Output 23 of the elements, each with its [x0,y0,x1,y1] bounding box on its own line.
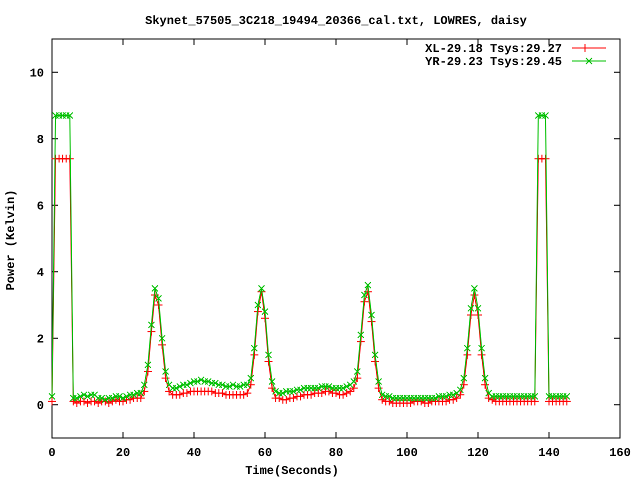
axis-title: Power (Kelvin) [4,190,18,290]
tick-label: 80 [328,446,344,460]
tick-label: 2 [36,332,44,346]
tick-label: 40 [186,446,202,460]
tick-label: 20 [116,446,130,460]
tick-label: 8 [36,132,44,147]
legend-label: YR-29.23 Tsys:29.45 [425,55,562,69]
chart-title: Skynet_57505_3C218_19494_20366_cal.txt, LOWRES, daisy [145,14,527,28]
axis-title: Time(Seconds) [245,464,339,478]
tick-label: 10 [30,66,44,80]
legend-marker-icon [586,58,592,64]
tick-label: 4 [36,266,44,280]
tick-label: 0 [48,446,56,460]
tick-label: 100 [396,446,418,460]
tick-label: 160 [609,446,631,460]
legend-marker-icon [584,44,586,52]
legend-line [572,60,606,62]
tick-label: 6 [36,199,44,214]
tick-label: 60 [258,446,272,460]
tick-label: 140 [538,446,560,460]
tick-label: 120 [467,446,489,460]
tick-label: 0 [36,398,44,413]
legend-label: XL-29.18 Tsys:29.27 [425,42,562,56]
